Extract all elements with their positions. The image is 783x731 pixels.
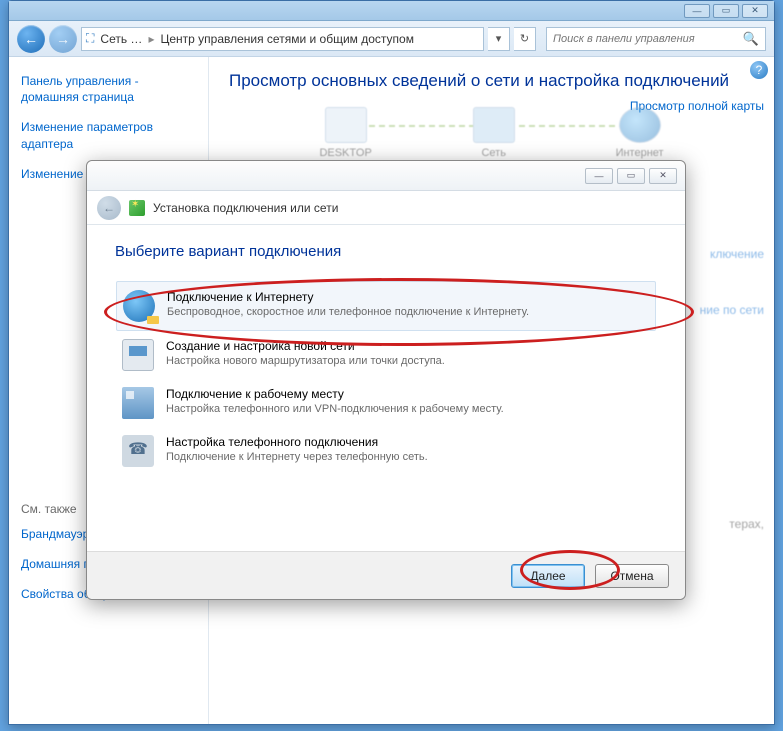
refresh-button[interactable]: ↻ (514, 27, 536, 51)
option-desc: Подключение к Интернету через телефонную… (166, 451, 428, 463)
window-titlebar: — ▭ ✕ (9, 1, 774, 21)
network-map: DESKTOP Сеть Интернет (269, 107, 714, 159)
address-bar[interactable]: ⛶ Сеть … ▸ Центр управления сетями и общ… (81, 27, 484, 51)
maximize-button[interactable]: ▭ (713, 4, 739, 18)
node-this-pc: DESKTOP (319, 107, 371, 159)
search-input[interactable] (553, 33, 733, 45)
cancel-button[interactable]: Отмена (595, 564, 669, 588)
minimize-button[interactable]: — (684, 4, 710, 18)
option-connect-internet[interactable]: Подключение к Интернету Беспроводное, ск… (116, 281, 656, 331)
connect-link[interactable]: ключение (710, 247, 764, 261)
new-connection-link-fragment[interactable]: ние по сети (700, 303, 764, 317)
node-internet: Интернет (616, 107, 664, 159)
option-desc: Настройка телефонного или VPN-подключени… (166, 403, 504, 415)
option-connect-workplace[interactable]: Подключение к рабочему месту Настройка т… (116, 379, 656, 427)
dialog-titlebar: — ▭ ✕ (87, 161, 685, 191)
wizard-icon (129, 200, 145, 216)
connection-options-list: Подключение к Интернету Беспроводное, ск… (115, 280, 657, 476)
dialog-back-button[interactable]: ← (97, 196, 121, 220)
printers-link-fragment: терах, (729, 517, 764, 531)
dialog-footer: Далее Отмена (87, 551, 685, 599)
breadcrumb-network[interactable]: Сеть … (100, 32, 142, 46)
dialog-maximize-button[interactable]: ▭ (617, 168, 645, 184)
close-button[interactable]: ✕ (742, 4, 768, 18)
search-icon: 🔍 (743, 31, 759, 47)
dialog-body: Выберите вариант подключения Подключение… (87, 225, 685, 551)
sidebar-adapter-link[interactable]: Изменение параметров адаптера (21, 119, 196, 151)
router-icon (122, 339, 154, 371)
network-icon (473, 107, 515, 143)
back-button[interactable]: ← (17, 25, 45, 53)
computer-icon (325, 107, 367, 143)
dialog-header: ← Установка подключения или сети (87, 191, 685, 225)
node-label: Интернет (616, 147, 664, 159)
option-setup-new-network[interactable]: Создание и настройка новой сети Настройк… (116, 331, 656, 379)
option-desc: Настройка нового маршрутизатора или точк… (166, 355, 445, 367)
option-title: Создание и настройка новой сети (166, 339, 445, 353)
dialog-minimize-button[interactable]: — (585, 168, 613, 184)
node-label: Сеть (481, 147, 505, 159)
globe-icon (123, 290, 155, 322)
breadcrumb-sep-icon: ▸ (148, 32, 154, 46)
help-button[interactable]: ? (750, 61, 768, 79)
breadcrumb-page[interactable]: Центр управления сетями и общим доступом (160, 32, 414, 46)
option-title: Настройка телефонного подключения (166, 435, 428, 449)
globe-icon (619, 107, 661, 143)
node-label: DESKTOP (319, 147, 371, 159)
office-icon (122, 387, 154, 419)
dialog-title: Установка подключения или сети (153, 201, 338, 215)
setup-connection-dialog: — ▭ ✕ ← Установка подключения или сети В… (86, 160, 686, 600)
dialog-heading: Выберите вариант подключения (115, 243, 657, 260)
address-dropdown[interactable]: ▾ (488, 27, 510, 51)
forward-button[interactable]: → (49, 25, 77, 53)
option-desc: Беспроводное, скоростное или телефонное … (167, 306, 529, 318)
sidebar-home-link[interactable]: Панель управления - домашняя страница (21, 73, 196, 105)
next-button[interactable]: Далее (511, 564, 585, 588)
dialog-close-button[interactable]: ✕ (649, 168, 677, 184)
network-icon: ⛶ (86, 31, 94, 46)
search-box[interactable]: 🔍 (546, 27, 766, 51)
option-dialup[interactable]: Настройка телефонного подключения Подклю… (116, 427, 656, 475)
option-title: Подключение к Интернету (167, 290, 529, 304)
node-network: Сеть (473, 107, 515, 159)
option-title: Подключение к рабочему месту (166, 387, 504, 401)
page-title: Просмотр основных сведений о сети и наст… (229, 71, 754, 91)
navigation-bar: ← → ⛶ Сеть … ▸ Центр управления сетями и… (9, 21, 774, 57)
phone-icon (122, 435, 154, 467)
